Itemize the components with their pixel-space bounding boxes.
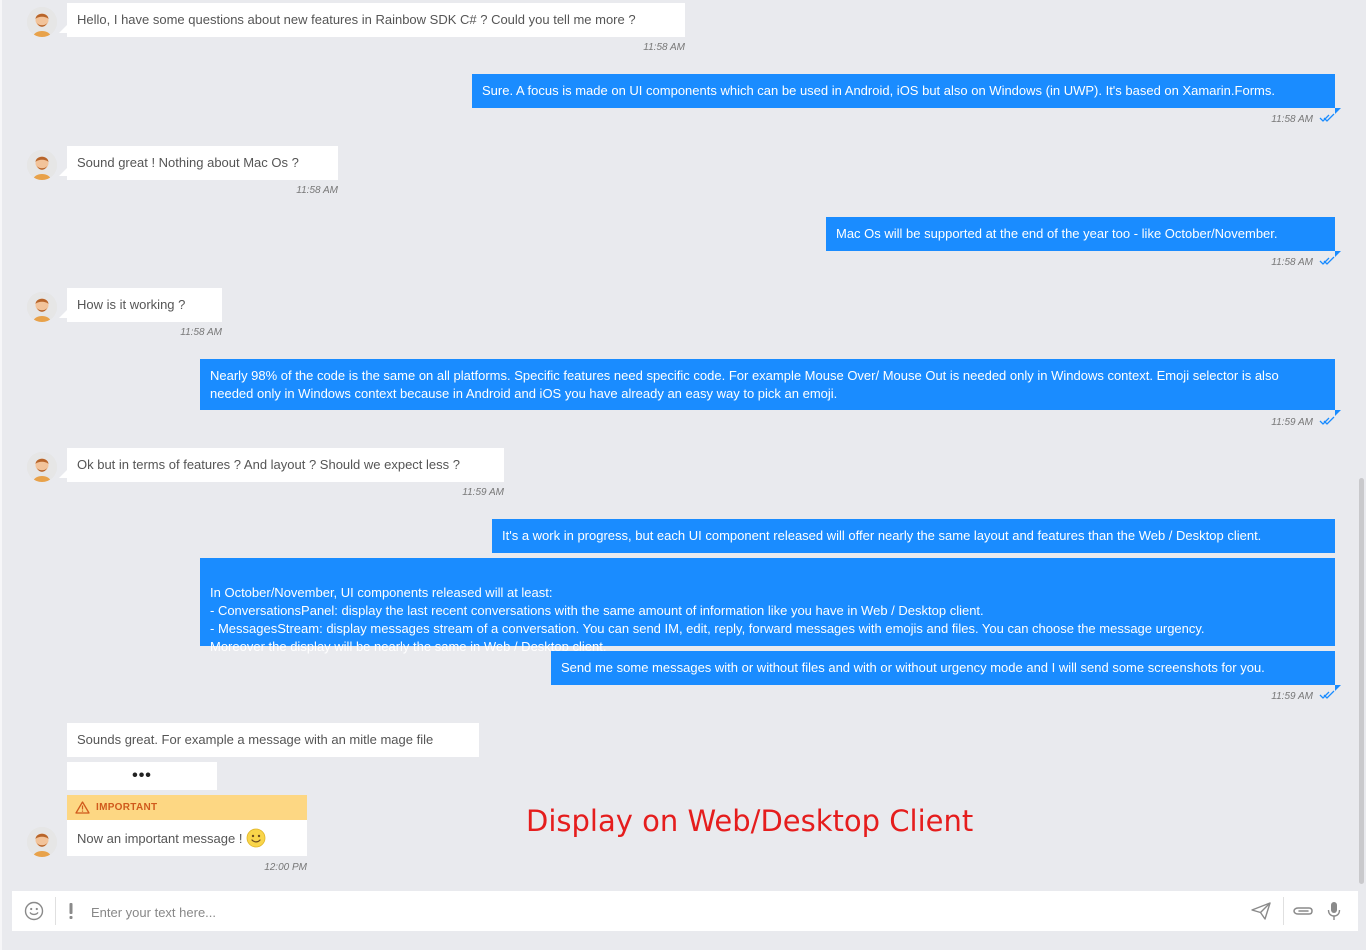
avatar[interactable] (27, 827, 57, 857)
avatar-icon (27, 7, 57, 37)
message-bubble-outgoing[interactable]: It's a work in progress, but each UI com… (492, 519, 1335, 553)
message-bubble-outgoing[interactable]: Nearly 98% of the code is the same on al… (200, 359, 1341, 416)
message-input[interactable] (89, 901, 1193, 923)
avatar[interactable] (27, 452, 57, 482)
slightly-smiling-face-icon (246, 828, 266, 848)
window-left-edge (0, 0, 2, 950)
message-text: Sure. A focus is made on UI components w… (482, 83, 1275, 98)
message-bubble-outgoing[interactable]: Sure. A focus is made on UI components w… (472, 74, 1341, 114)
message-text: Sound great ! Nothing about Mac Os ? (77, 155, 299, 170)
message-text: Hello, I have some questions about new f… (77, 12, 636, 27)
message-timestamp: 11:58 AM (643, 42, 685, 53)
message-timestamp: 11:59 AM (462, 487, 504, 498)
importance-badge: IMPORTANT (67, 795, 307, 820)
message-text: Sounds great. For example a message with… (77, 732, 434, 747)
double-check-icon (1319, 256, 1335, 269)
message-timestamp: 11:59 AM (1180, 690, 1335, 703)
message-bubble-incoming[interactable]: Ok but in terms of features ? And layout… (59, 448, 504, 482)
message-bubble-outgoing[interactable]: Mac Os will be supported at the end of t… (826, 217, 1341, 257)
message-text: Nearly 98% of the code is the same on al… (210, 368, 1279, 401)
message-timestamp: 11:58 AM (296, 185, 338, 196)
message-bubble-incoming[interactable]: How is it working ? (59, 288, 222, 322)
paperclip-icon[interactable] (1292, 901, 1314, 921)
message-text: Now an important message ! (77, 830, 243, 846)
avatar-icon (27, 292, 57, 322)
warning-icon (75, 801, 90, 814)
message-timestamp: 11:58 AM (180, 327, 222, 338)
paper-plane-icon[interactable] (1250, 901, 1272, 921)
microphone-icon[interactable] (1324, 900, 1344, 922)
typing-indicator: ••• (67, 762, 217, 790)
message-text: Ok but in terms of features ? And layout… (77, 457, 460, 472)
composer-divider (1283, 897, 1284, 925)
message-bubble-outgoing[interactable]: Send me some messages with or without fi… (551, 651, 1341, 691)
scrollbar[interactable] (1359, 478, 1364, 884)
double-check-icon (1319, 690, 1335, 703)
avatar-icon (27, 827, 57, 857)
double-check-icon (1319, 113, 1335, 126)
avatar-icon (27, 452, 57, 482)
message-timestamp: 12:00 PM (264, 862, 307, 873)
message-text: In October/November, UI components relea… (210, 585, 1205, 654)
message-timestamp: 11:58 AM (1180, 113, 1335, 126)
message-bubble-outgoing[interactable]: In October/November, UI components relea… (200, 558, 1335, 654)
message-text: Mac Os will be supported at the end of t… (836, 226, 1278, 241)
message-text: It's a work in progress, but each UI com… (502, 528, 1262, 543)
ellipsis-text: ••• (132, 767, 152, 784)
exclamation-icon[interactable] (64, 901, 78, 921)
smiley-icon[interactable] (24, 901, 44, 921)
double-check-icon (1319, 416, 1335, 429)
message-timestamp: 11:59 AM (1180, 416, 1335, 429)
importance-label: IMPORTANT (96, 802, 158, 813)
message-text: Send me some messages with or without fi… (561, 660, 1265, 675)
message-text: How is it working ? (77, 297, 186, 312)
avatar[interactable] (27, 7, 57, 37)
message-bubble-incoming[interactable]: Hello, I have some questions about new f… (59, 3, 685, 37)
avatar-icon (27, 150, 57, 180)
message-bubble-incoming[interactable]: Now an important message ! (67, 820, 307, 856)
avatar[interactable] (27, 292, 57, 322)
message-timestamp: 11:58 AM (1180, 256, 1335, 269)
message-bubble-incoming[interactable]: Sounds great. For example a message with… (67, 723, 479, 757)
message-bubble-incoming[interactable]: Sound great ! Nothing about Mac Os ? (59, 146, 338, 180)
annotation-label: Display on Web/Desktop Client (526, 804, 974, 838)
message-composer (12, 891, 1358, 931)
avatar[interactable] (27, 150, 57, 180)
composer-divider (55, 897, 56, 925)
